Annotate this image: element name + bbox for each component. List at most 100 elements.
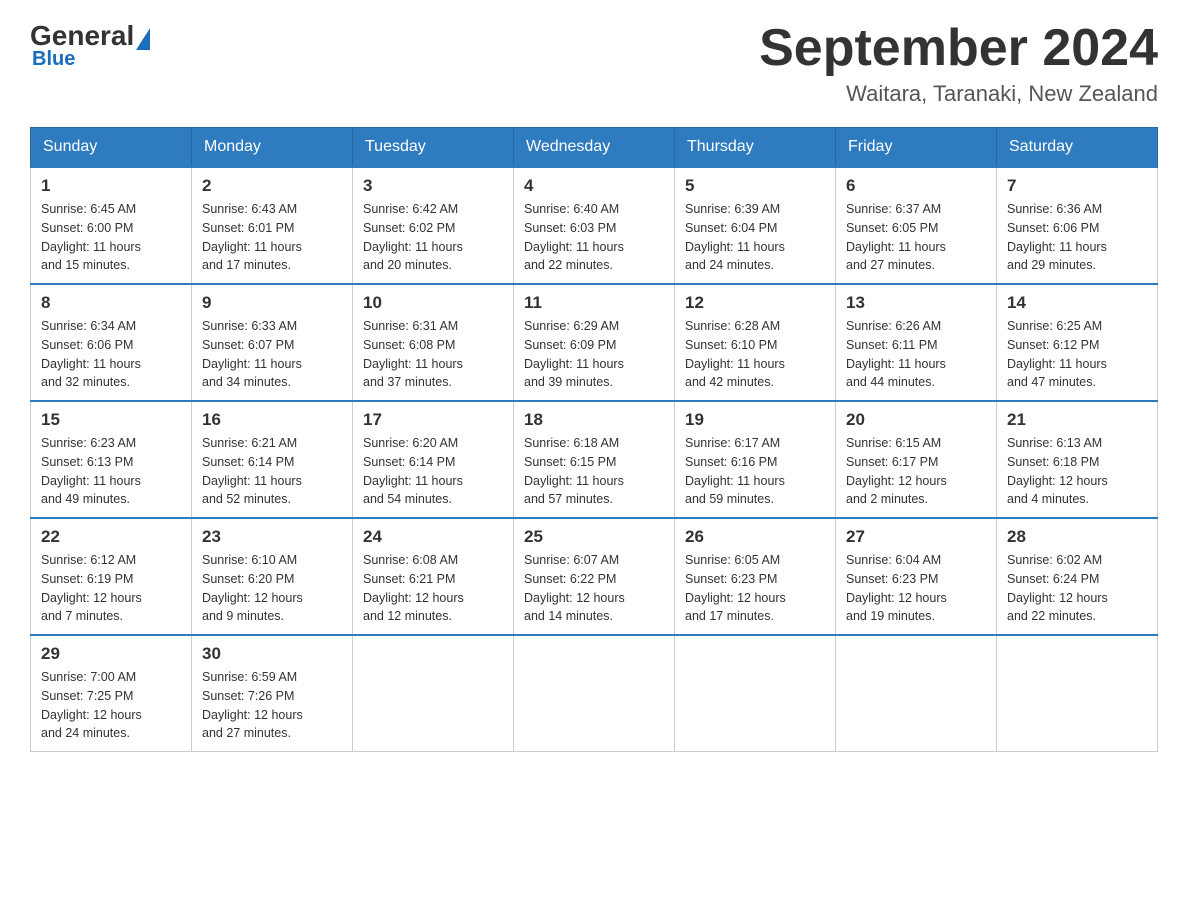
day-info: Sunrise: 6:31 AMSunset: 6:08 PMDaylight:… <box>363 317 503 392</box>
calendar-cell: 25 Sunrise: 6:07 AMSunset: 6:22 PMDayligh… <box>514 518 675 635</box>
calendar-cell: 29Sunrise: 7:00 AMSunset: 7:25 PMDayligh… <box>31 635 192 752</box>
calendar-cell: 14 Sunrise: 6:25 AMSunset: 6:12 PMDayligh… <box>997 284 1158 401</box>
calendar-cell <box>675 635 836 752</box>
day-number: 27 <box>846 527 986 547</box>
calendar-header-row: SundayMondayTuesdayWednesdayThursdayFrid… <box>31 128 1158 168</box>
calendar-cell: 11 Sunrise: 6:29 AMSunset: 6:09 PMDayligh… <box>514 284 675 401</box>
calendar-header-thursday: Thursday <box>675 128 836 168</box>
calendar-cell <box>997 635 1158 752</box>
day-info: Sunrise: 6:17 AMSunset: 6:16 PMDaylight:… <box>685 434 825 509</box>
calendar-cell: 24 Sunrise: 6:08 AMSunset: 6:21 PMDayligh… <box>353 518 514 635</box>
day-info: Sunrise: 6:39 AMSunset: 6:04 PMDaylight:… <box>685 200 825 275</box>
day-info: Sunrise: 6:33 AMSunset: 6:07 PMDaylight:… <box>202 317 342 392</box>
calendar-cell: 19 Sunrise: 6:17 AMSunset: 6:16 PMDayligh… <box>675 401 836 518</box>
day-info: Sunrise: 6:29 AMSunset: 6:09 PMDaylight:… <box>524 317 664 392</box>
day-info: Sunrise: 6:10 AMSunset: 6:20 PMDaylight:… <box>202 551 342 626</box>
logo-triangle-icon <box>136 28 150 50</box>
day-number: 16 <box>202 410 342 430</box>
logo-blue-text: Blue <box>30 48 75 71</box>
calendar-cell: 1 Sunrise: 6:45 AMSunset: 6:00 PMDaylight… <box>31 167 192 284</box>
day-number: 13 <box>846 293 986 313</box>
calendar-cell: 3 Sunrise: 6:42 AMSunset: 6:02 PMDaylight… <box>353 167 514 284</box>
calendar-cell: 18Sunrise: 6:18 AMSunset: 6:15 PMDayligh… <box>514 401 675 518</box>
day-number: 2 <box>202 176 342 196</box>
calendar-cell <box>514 635 675 752</box>
page-header: General Blue September 2024 Waitara, Tar… <box>30 20 1158 107</box>
calendar-cell: 21Sunrise: 6:13 AMSunset: 6:18 PMDayligh… <box>997 401 1158 518</box>
day-number: 12 <box>685 293 825 313</box>
day-info: Sunrise: 6:40 AMSunset: 6:03 PMDaylight:… <box>524 200 664 275</box>
day-info: Sunrise: 6:23 AMSunset: 6:13 PMDaylight:… <box>41 434 181 509</box>
calendar-week-row: 29Sunrise: 7:00 AMSunset: 7:25 PMDayligh… <box>31 635 1158 752</box>
day-info: Sunrise: 6:12 AMSunset: 6:19 PMDaylight:… <box>41 551 181 626</box>
calendar-cell: 30Sunrise: 6:59 AMSunset: 7:26 PMDayligh… <box>192 635 353 752</box>
day-number: 17 <box>363 410 503 430</box>
day-number: 19 <box>685 410 825 430</box>
calendar-header-wednesday: Wednesday <box>514 128 675 168</box>
day-info: Sunrise: 6:15 AMSunset: 6:17 PMDaylight:… <box>846 434 986 509</box>
day-info: Sunrise: 6:08 AMSunset: 6:21 PMDaylight:… <box>363 551 503 626</box>
calendar-cell: 26 Sunrise: 6:05 AMSunset: 6:23 PMDayligh… <box>675 518 836 635</box>
calendar-cell: 23 Sunrise: 6:10 AMSunset: 6:20 PMDayligh… <box>192 518 353 635</box>
day-info: Sunrise: 6:07 AMSunset: 6:22 PMDaylight:… <box>524 551 664 626</box>
calendar-cell: 12Sunrise: 6:28 AMSunset: 6:10 PMDayligh… <box>675 284 836 401</box>
day-number: 30 <box>202 644 342 664</box>
day-number: 1 <box>41 176 181 196</box>
day-info: Sunrise: 6:26 AMSunset: 6:11 PMDaylight:… <box>846 317 986 392</box>
calendar-week-row: 22 Sunrise: 6:12 AMSunset: 6:19 PMDayligh… <box>31 518 1158 635</box>
calendar-header-friday: Friday <box>836 128 997 168</box>
day-number: 14 <box>1007 293 1147 313</box>
calendar-cell: 16 Sunrise: 6:21 AMSunset: 6:14 PMDayligh… <box>192 401 353 518</box>
month-title: September 2024 <box>759 20 1158 77</box>
day-number: 15 <box>41 410 181 430</box>
day-info: Sunrise: 6:25 AMSunset: 6:12 PMDaylight:… <box>1007 317 1147 392</box>
day-info: Sunrise: 6:43 AMSunset: 6:01 PMDaylight:… <box>202 200 342 275</box>
calendar-cell: 4 Sunrise: 6:40 AMSunset: 6:03 PMDaylight… <box>514 167 675 284</box>
calendar-cell: 22 Sunrise: 6:12 AMSunset: 6:19 PMDayligh… <box>31 518 192 635</box>
calendar-cell: 8Sunrise: 6:34 AMSunset: 6:06 PMDaylight… <box>31 284 192 401</box>
calendar-cell: 5 Sunrise: 6:39 AMSunset: 6:04 PMDaylight… <box>675 167 836 284</box>
day-info: Sunrise: 6:18 AMSunset: 6:15 PMDaylight:… <box>524 434 664 509</box>
calendar-cell: 13 Sunrise: 6:26 AMSunset: 6:11 PMDayligh… <box>836 284 997 401</box>
day-number: 9 <box>202 293 342 313</box>
day-number: 4 <box>524 176 664 196</box>
day-info: Sunrise: 6:45 AMSunset: 6:00 PMDaylight:… <box>41 200 181 275</box>
calendar-cell: 17Sunrise: 6:20 AMSunset: 6:14 PMDayligh… <box>353 401 514 518</box>
calendar-cell: 9 Sunrise: 6:33 AMSunset: 6:07 PMDaylight… <box>192 284 353 401</box>
day-number: 7 <box>1007 176 1147 196</box>
calendar-header-saturday: Saturday <box>997 128 1158 168</box>
day-info: Sunrise: 6:36 AMSunset: 6:06 PMDaylight:… <box>1007 200 1147 275</box>
calendar-table: SundayMondayTuesdayWednesdayThursdayFrid… <box>30 127 1158 752</box>
day-info: Sunrise: 6:13 AMSunset: 6:18 PMDaylight:… <box>1007 434 1147 509</box>
calendar-cell: 7 Sunrise: 6:36 AMSunset: 6:06 PMDaylight… <box>997 167 1158 284</box>
calendar-week-row: 8Sunrise: 6:34 AMSunset: 6:06 PMDaylight… <box>31 284 1158 401</box>
day-number: 8 <box>41 293 181 313</box>
day-number: 6 <box>846 176 986 196</box>
calendar-cell <box>353 635 514 752</box>
calendar-cell: 28 Sunrise: 6:02 AMSunset: 6:24 PMDayligh… <box>997 518 1158 635</box>
calendar-cell: 6 Sunrise: 6:37 AMSunset: 6:05 PMDaylight… <box>836 167 997 284</box>
day-number: 25 <box>524 527 664 547</box>
calendar-header-tuesday: Tuesday <box>353 128 514 168</box>
day-info: Sunrise: 6:02 AMSunset: 6:24 PMDaylight:… <box>1007 551 1147 626</box>
calendar-cell: 2 Sunrise: 6:43 AMSunset: 6:01 PMDaylight… <box>192 167 353 284</box>
calendar-header-monday: Monday <box>192 128 353 168</box>
day-number: 3 <box>363 176 503 196</box>
day-info: Sunrise: 6:21 AMSunset: 6:14 PMDaylight:… <box>202 434 342 509</box>
day-info: Sunrise: 6:37 AMSunset: 6:05 PMDaylight:… <box>846 200 986 275</box>
calendar-cell: 15 Sunrise: 6:23 AMSunset: 6:13 PMDayligh… <box>31 401 192 518</box>
day-number: 29 <box>41 644 181 664</box>
day-number: 26 <box>685 527 825 547</box>
day-info: Sunrise: 6:42 AMSunset: 6:02 PMDaylight:… <box>363 200 503 275</box>
day-number: 11 <box>524 293 664 313</box>
day-number: 28 <box>1007 527 1147 547</box>
day-info: Sunrise: 6:05 AMSunset: 6:23 PMDaylight:… <box>685 551 825 626</box>
day-number: 24 <box>363 527 503 547</box>
day-number: 22 <box>41 527 181 547</box>
calendar-week-row: 15 Sunrise: 6:23 AMSunset: 6:13 PMDayligh… <box>31 401 1158 518</box>
day-number: 23 <box>202 527 342 547</box>
day-number: 5 <box>685 176 825 196</box>
calendar-cell: 10Sunrise: 6:31 AMSunset: 6:08 PMDayligh… <box>353 284 514 401</box>
logo: General Blue <box>30 20 152 71</box>
calendar-cell: 27Sunrise: 6:04 AMSunset: 6:23 PMDayligh… <box>836 518 997 635</box>
